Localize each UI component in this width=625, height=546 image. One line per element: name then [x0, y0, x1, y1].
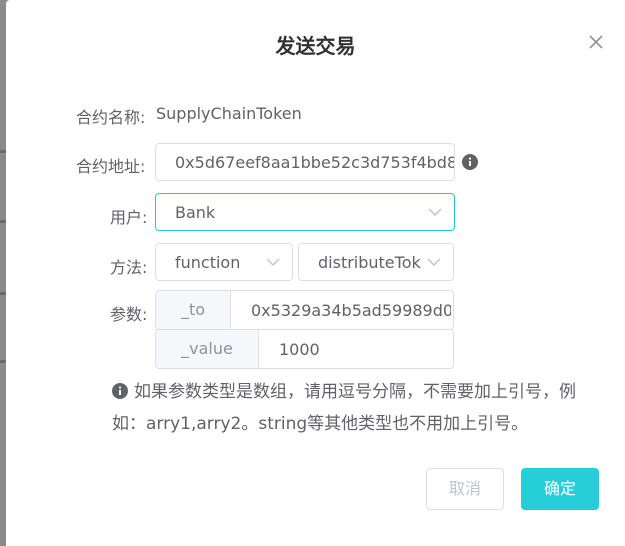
- close-icon[interactable]: [588, 34, 604, 50]
- contract-address-value: 0x5d67eef8aa1bbe52c3d753f4bd8: [175, 153, 455, 172]
- contract-name-value: SupplyChainToken: [156, 104, 302, 123]
- param-tip-text: 如果参数类型是数组，请用逗号分隔，不需要加上引号，例如：arry1,arry2。…: [112, 382, 576, 434]
- confirm-button[interactable]: 确定: [521, 468, 599, 510]
- user-select-value: Bank: [175, 203, 216, 222]
- param-value: 1000: [279, 340, 320, 359]
- chevron-down-icon: [266, 258, 280, 267]
- method-name-select[interactable]: distributeTok: [298, 243, 454, 281]
- contract-address-label: 合约地址:: [76, 157, 146, 176]
- chevron-down-icon: [428, 208, 442, 217]
- chevron-down-icon: [427, 258, 441, 267]
- dialog-title: 发送交易: [275, 34, 356, 58]
- param-name: _to: [156, 291, 231, 329]
- user-select[interactable]: Bank: [155, 193, 455, 231]
- contract-name-label: 合约名称:: [76, 108, 146, 127]
- param-input-to[interactable]: _to 0x5329a34b5ad59989d0: [155, 290, 454, 330]
- param-value: 0x5329a34b5ad59989d0: [251, 301, 451, 320]
- user-label: 用户:: [110, 208, 148, 227]
- info-icon[interactable]: [462, 154, 478, 170]
- params-label: 参数:: [110, 305, 148, 324]
- param-input-value[interactable]: _value 1000: [155, 329, 454, 369]
- info-icon: [112, 383, 128, 399]
- cancel-button[interactable]: 取消: [426, 468, 504, 510]
- param-name: _value: [156, 330, 259, 368]
- contract-address-field[interactable]: 0x5d67eef8aa1bbe52c3d753f4bd8: [155, 143, 455, 181]
- method-type-select[interactable]: function: [155, 243, 293, 281]
- method-type-value: function: [175, 253, 241, 272]
- method-label: 方法:: [110, 258, 148, 277]
- param-tip: 如果参数类型是数组，请用逗号分隔，不需要加上引号，例如：arry1,arry2。…: [112, 376, 602, 440]
- method-name-value: distributeTok: [318, 253, 421, 272]
- send-transaction-dialog: 发送交易 合约名称: SupplyChainToken 合约地址: 0x5d67…: [6, 0, 625, 546]
